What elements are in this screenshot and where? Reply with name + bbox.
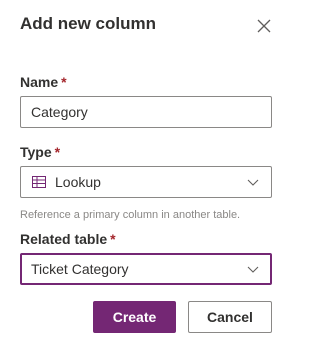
type-helper-text: Reference a primary column in another ta… xyxy=(20,209,241,221)
add-column-panel: Add new column Name * Category Type * Look… xyxy=(0,0,296,345)
name-input[interactable]: Category xyxy=(20,96,272,128)
type-dropdown[interactable]: Lookup xyxy=(20,166,272,198)
related-table-dropdown-value: Ticket Category xyxy=(31,261,129,277)
create-button[interactable]: Create xyxy=(93,301,176,333)
lookup-icon xyxy=(32,176,46,188)
type-dropdown-value: Lookup xyxy=(55,174,101,190)
required-mark: * xyxy=(61,74,67,90)
cancel-button[interactable]: Cancel xyxy=(188,301,272,333)
close-button[interactable] xyxy=(254,16,274,36)
chevron-down-icon xyxy=(247,266,259,273)
dialog-title: Add new column xyxy=(20,14,156,33)
name-input-value: Category xyxy=(31,104,88,120)
related-table-dropdown[interactable]: Ticket Category xyxy=(20,253,272,285)
required-mark: * xyxy=(54,144,61,160)
chevron-down-icon xyxy=(247,179,259,186)
name-label: Name * xyxy=(20,74,67,90)
related-table-label: Related table * xyxy=(20,231,116,247)
required-mark: * xyxy=(110,231,116,247)
close-icon xyxy=(257,19,271,33)
type-label: Type * xyxy=(20,144,61,160)
